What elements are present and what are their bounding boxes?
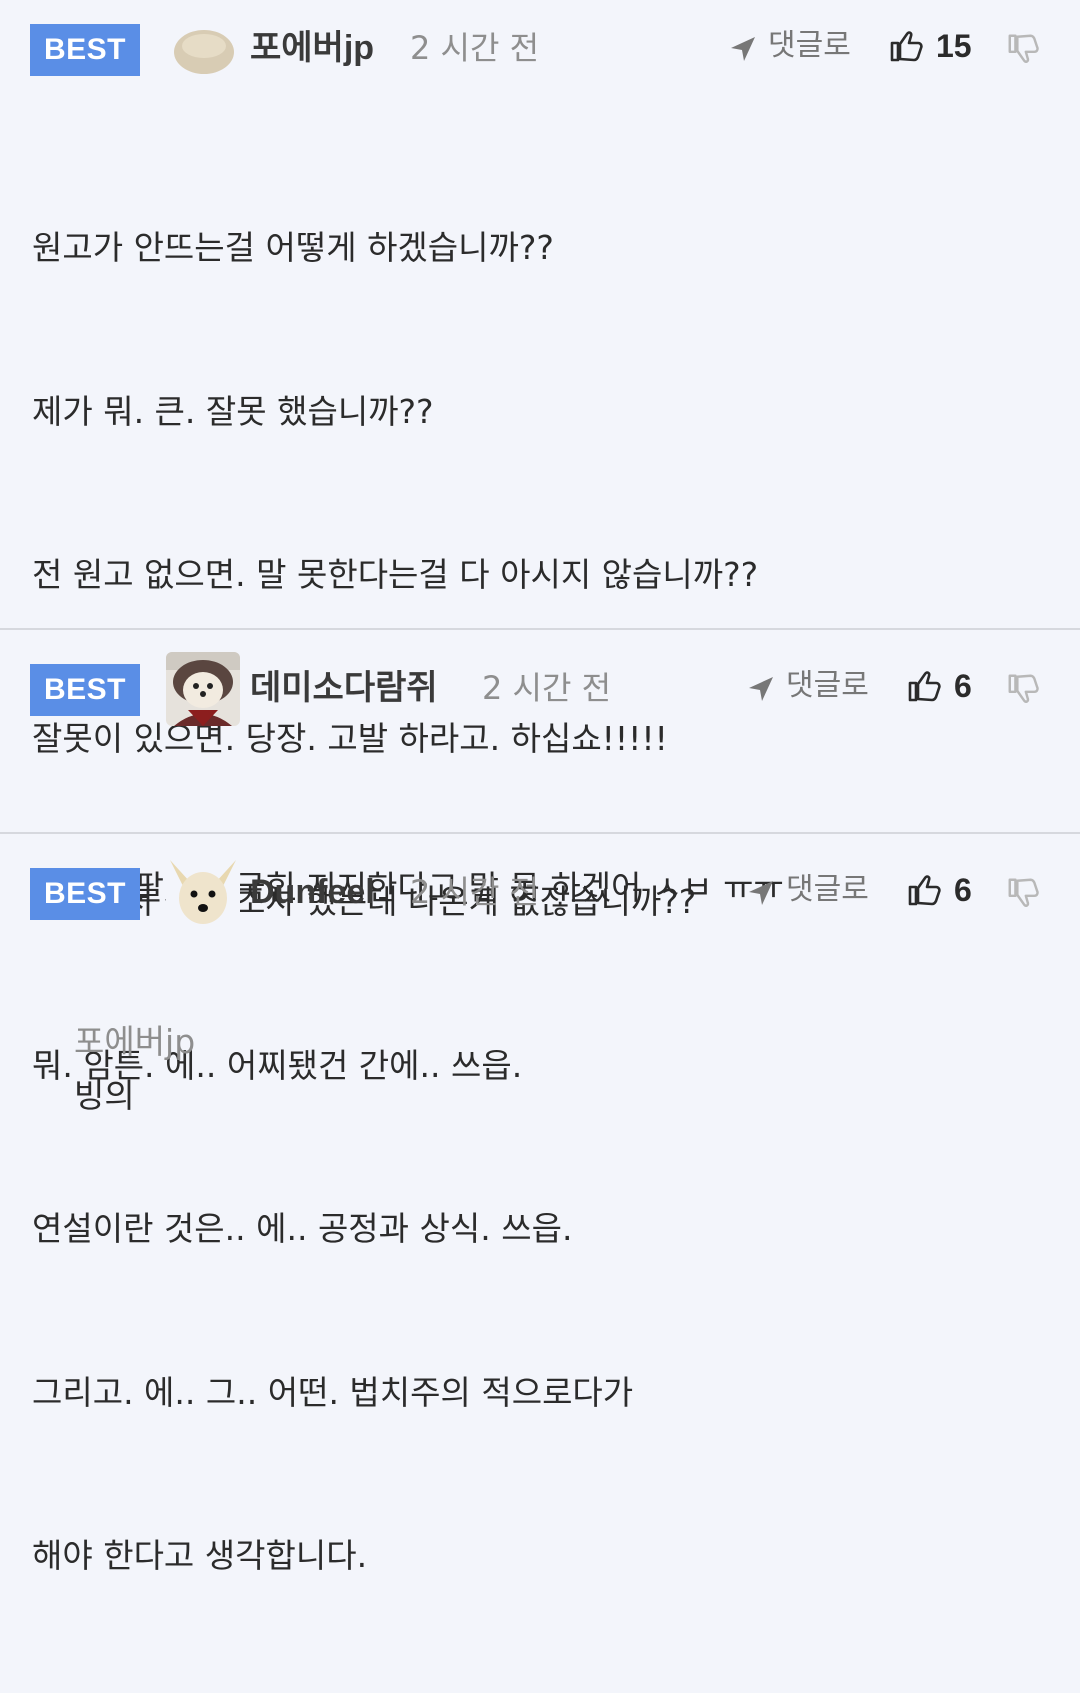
comment: BEST 데미소다람쥐 2 시간 전 댓글로 6 진짜 쪽팔려서 국힘 지지한다… [0, 630, 1080, 907]
thumbs-up-icon[interactable] [888, 28, 924, 64]
username[interactable]: 데미소다람쥐 [250, 662, 438, 714]
avatar[interactable] [170, 16, 238, 84]
send-arrow-icon[interactable] [746, 674, 776, 704]
best-badge: BEST [30, 24, 140, 76]
send-arrow-icon[interactable] [728, 34, 758, 64]
comment-header: BEST 데미소다람쥐 2 시간 전 댓글로 6 [0, 652, 1080, 726]
comment-body: 포에버jp 빙의 [32, 960, 195, 1178]
comment-line: 제가 뭐. 큰. 잘못 했습니까?? [32, 391, 434, 431]
timestamp: 2 시간 전 [482, 669, 612, 707]
avatar[interactable] [166, 652, 240, 726]
username[interactable]: Dunfeel [250, 866, 375, 918]
comment-line: 해야 한다고 생각합니다. [32, 1536, 368, 1575]
best-badge: BEST [30, 664, 140, 716]
reply-button[interactable]: 댓글로 [786, 660, 869, 712]
thumbs-down-icon[interactable] [1006, 672, 1040, 706]
comment: BEST Dunfeel 2 시간 전 댓글로 6 포에버jp 빙의 [0, 834, 1080, 1115]
comment-line: 전 원고 없으면. 말 못한다는걸 다 아시지 않습니까?? [32, 555, 759, 594]
thumbs-up-icon[interactable] [906, 872, 942, 908]
avatar[interactable] [166, 856, 240, 930]
comment-line: 연설이란 것은.. 에.. 공정과 상식. 쓰읍. [32, 1209, 573, 1248]
thumbs-down-icon[interactable] [1006, 32, 1040, 66]
comment-line: 그리고. 에.. 그.. 어떤. 법치주의 적으로다가 [32, 1372, 634, 1412]
thumbs-up-icon[interactable] [906, 668, 942, 704]
comment-line: 원고가 안뜨는걸 어떻게 하겠습니까?? [32, 228, 554, 267]
mention-link[interactable]: 포에버jp [74, 1022, 195, 1061]
reply-button[interactable]: 댓글로 [786, 864, 869, 916]
timestamp: 2 시간 전 [410, 873, 540, 911]
like-count: 6 [954, 668, 972, 704]
comment-header: BEST 포에버jp 2 시간 전 댓글로 15 [0, 16, 1080, 84]
timestamp: 2 시간 전 [410, 29, 540, 67]
best-badge: BEST [30, 868, 140, 920]
comment-header: BEST Dunfeel 2 시간 전 댓글로 6 [0, 856, 1080, 930]
like-count: 6 [954, 872, 972, 908]
send-arrow-icon[interactable] [746, 878, 776, 908]
reply-button[interactable]: 댓글로 [768, 20, 851, 72]
like-count: 15 [936, 28, 972, 64]
comment-text: 빙의 [73, 1076, 135, 1115]
username[interactable]: 포에버jp [250, 22, 374, 74]
thumbs-down-icon[interactable] [1006, 876, 1040, 910]
comment: BEST 포에버jp 2 시간 전 댓글로 15 원고가 안뜨는걸 어떻게 하겠… [0, 0, 1080, 1575]
